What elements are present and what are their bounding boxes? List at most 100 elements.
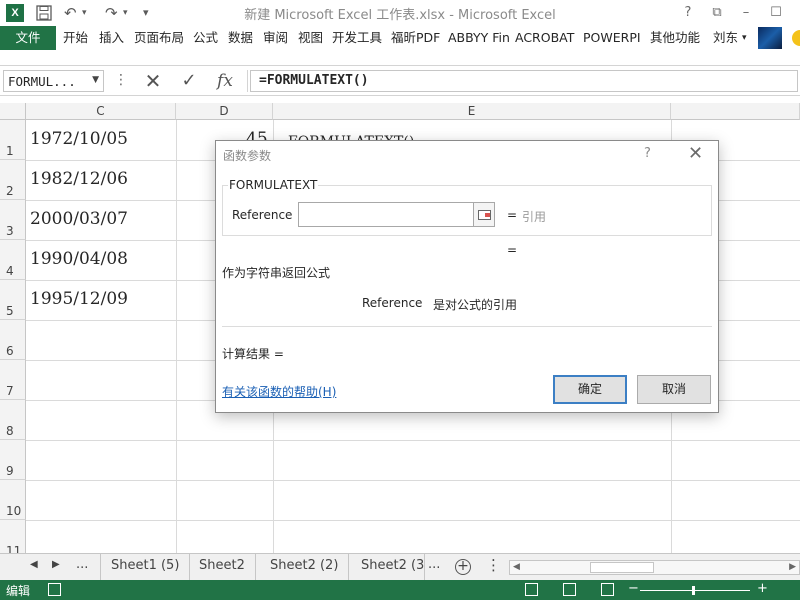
- tab-file[interactable]: 文件: [0, 26, 56, 50]
- enter-entry-icon[interactable]: ✓: [174, 69, 204, 93]
- tab-powerpivot[interactable]: POWERPI: [583, 26, 641, 50]
- row-header-11[interactable]: 11: [0, 520, 26, 553]
- row-number: 8: [6, 424, 14, 438]
- scrollbar-thumb[interactable]: [590, 562, 654, 573]
- row-number: 6: [6, 344, 14, 358]
- formula-bar-grip-icon[interactable]: ⋮: [114, 72, 128, 88]
- row-header-9[interactable]: 9: [0, 440, 26, 480]
- sheet-prev-icon[interactable]: ◀: [30, 559, 38, 570]
- formula-text: =FORMULATEXT(): [259, 73, 369, 88]
- cell-c1[interactable]: 1972/10/05: [30, 129, 128, 149]
- cancel-entry-icon[interactable]: ✕: [138, 69, 168, 93]
- function-arguments-dialog: 函数参数 ? ✕ FORMULATEXT Reference = 引用 = 作为…: [215, 140, 719, 413]
- row-number: 1: [6, 144, 14, 158]
- row-header-3[interactable]: 3: [0, 200, 26, 240]
- tab-view[interactable]: 视图: [298, 26, 323, 50]
- function-help-link[interactable]: 有关该函数的帮助(H): [222, 383, 336, 400]
- name-box[interactable]: FORMUL... ▼: [3, 70, 104, 92]
- formula-bar-divider: [247, 70, 248, 92]
- function-description: 作为字符串返回公式: [222, 266, 331, 280]
- scroll-split-grip-icon[interactable]: ⋮: [486, 556, 501, 574]
- formula-input[interactable]: =FORMULATEXT(): [250, 70, 798, 92]
- user-avatar[interactable]: [758, 27, 782, 49]
- row-header-6[interactable]: 6: [0, 320, 26, 360]
- tab-acrobat[interactable]: ACROBAT: [515, 26, 574, 50]
- cancel-button[interactable]: 取消: [637, 375, 711, 404]
- user-name[interactable]: 刘东: [713, 26, 738, 50]
- ribbon-display-options-icon[interactable]: ⧉: [703, 2, 731, 24]
- dialog-divider: [222, 326, 712, 327]
- tab-foxit-pdf[interactable]: 福昕PDF: [391, 26, 440, 50]
- sheet-tab-sheet1-5[interactable]: Sheet1 (5): [100, 554, 191, 580]
- select-all-corner[interactable]: [0, 103, 26, 120]
- dialog-help-button[interactable]: ?: [644, 146, 651, 161]
- horizontal-scrollbar[interactable]: ◀ ▶: [509, 560, 800, 575]
- grid-line: [26, 440, 800, 441]
- reference-input[interactable]: [298, 202, 476, 227]
- reference-label: Reference: [232, 208, 293, 222]
- macro-record-icon[interactable]: [48, 583, 61, 596]
- grid-line: [26, 480, 800, 481]
- sheet-tab-sheet2[interactable]: Sheet2: [189, 554, 256, 580]
- name-box-dropdown-icon[interactable]: ▼: [92, 75, 99, 85]
- tab-other-functions[interactable]: 其他功能: [650, 26, 700, 50]
- zoom-slider[interactable]: [640, 590, 750, 591]
- sheet-more-left[interactable]: ...: [76, 557, 88, 572]
- column-header-e[interactable]: E: [273, 103, 671, 120]
- tab-abbyy[interactable]: ABBYY Fin: [448, 26, 510, 50]
- function-name: FORMULATEXT: [228, 178, 319, 192]
- scroll-right-icon[interactable]: ▶: [789, 561, 796, 574]
- sheet-tab-sheet2-2[interactable]: Sheet2 (2): [260, 554, 350, 580]
- help-button[interactable]: ?: [674, 2, 702, 24]
- collapse-dialog-button[interactable]: [473, 202, 495, 227]
- tab-insert[interactable]: 插入: [99, 26, 124, 50]
- normal-view-icon[interactable]: [525, 583, 538, 596]
- row-header-1[interactable]: 1: [0, 120, 26, 160]
- insert-function-icon[interactable]: fx: [210, 69, 240, 93]
- argument-result: 引用: [522, 210, 547, 224]
- cell-c2[interactable]: 1982/12/06: [30, 169, 128, 189]
- column-header-f[interactable]: [671, 103, 800, 120]
- maximize-button[interactable]: ☐: [762, 2, 790, 24]
- add-sheet-button[interactable]: +: [455, 559, 471, 575]
- zoom-out-button[interactable]: −: [628, 581, 639, 596]
- cell-c5[interactable]: 1995/12/09: [30, 289, 128, 309]
- title-bar: X ↶ ▾ ↷ ▾ ▾ 新建 Microsoft Excel 工作表.xlsx …: [0, 0, 800, 26]
- grid-line: [176, 120, 177, 553]
- feedback-smiley-icon[interactable]: [792, 30, 800, 46]
- tab-data[interactable]: 数据: [228, 26, 253, 50]
- row-header-5[interactable]: 5: [0, 280, 26, 320]
- row-header-2[interactable]: 2: [0, 160, 26, 200]
- ok-button[interactable]: 确定: [553, 375, 627, 404]
- ribbon-tabs: 文件 开始 插入 页面布局 公式 数据 审阅 视图 开发工具 福昕PDF ABB…: [0, 26, 800, 50]
- tab-developer[interactable]: 开发工具: [332, 26, 382, 50]
- row-header-10[interactable]: 10: [0, 480, 26, 520]
- sheet-more-right[interactable]: ...: [428, 557, 440, 572]
- row-header-7[interactable]: 7: [0, 360, 26, 400]
- page-break-view-icon[interactable]: [601, 583, 614, 596]
- dialog-title: 函数参数: [223, 149, 272, 163]
- sheet-tab-sheet2-3[interactable]: Sheet2 (3): [351, 554, 425, 580]
- page-layout-view-icon[interactable]: [563, 583, 576, 596]
- column-header-c[interactable]: C: [26, 103, 176, 120]
- formula-result-label: 计算结果 =: [222, 347, 284, 361]
- formula-bar: FORMUL... ▼ ⋮ ✕ ✓ fx =FORMULATEXT(): [0, 66, 800, 96]
- zoom-in-button[interactable]: +: [757, 581, 768, 596]
- sheet-next-icon[interactable]: ▶: [52, 559, 60, 570]
- tab-formulas[interactable]: 公式: [193, 26, 218, 50]
- range-select-icon: [478, 210, 491, 220]
- scroll-left-icon[interactable]: ◀: [513, 561, 520, 574]
- dialog-close-button[interactable]: ✕: [688, 143, 703, 164]
- zoom-slider-thumb[interactable]: [692, 586, 695, 595]
- minimize-button[interactable]: –: [732, 2, 760, 24]
- row-header-4[interactable]: 4: [0, 240, 26, 280]
- tab-review[interactable]: 审阅: [263, 26, 288, 50]
- column-header-d[interactable]: D: [176, 103, 273, 120]
- cell-c4[interactable]: 1990/04/08: [30, 249, 128, 269]
- user-dropdown-icon[interactable]: ▾: [742, 26, 747, 50]
- tab-home[interactable]: 开始: [63, 26, 88, 50]
- cell-c3[interactable]: 2000/03/07: [30, 209, 128, 229]
- name-box-value: FORMUL...: [8, 74, 76, 89]
- tab-page-layout[interactable]: 页面布局: [134, 26, 184, 50]
- row-header-8[interactable]: 8: [0, 400, 26, 440]
